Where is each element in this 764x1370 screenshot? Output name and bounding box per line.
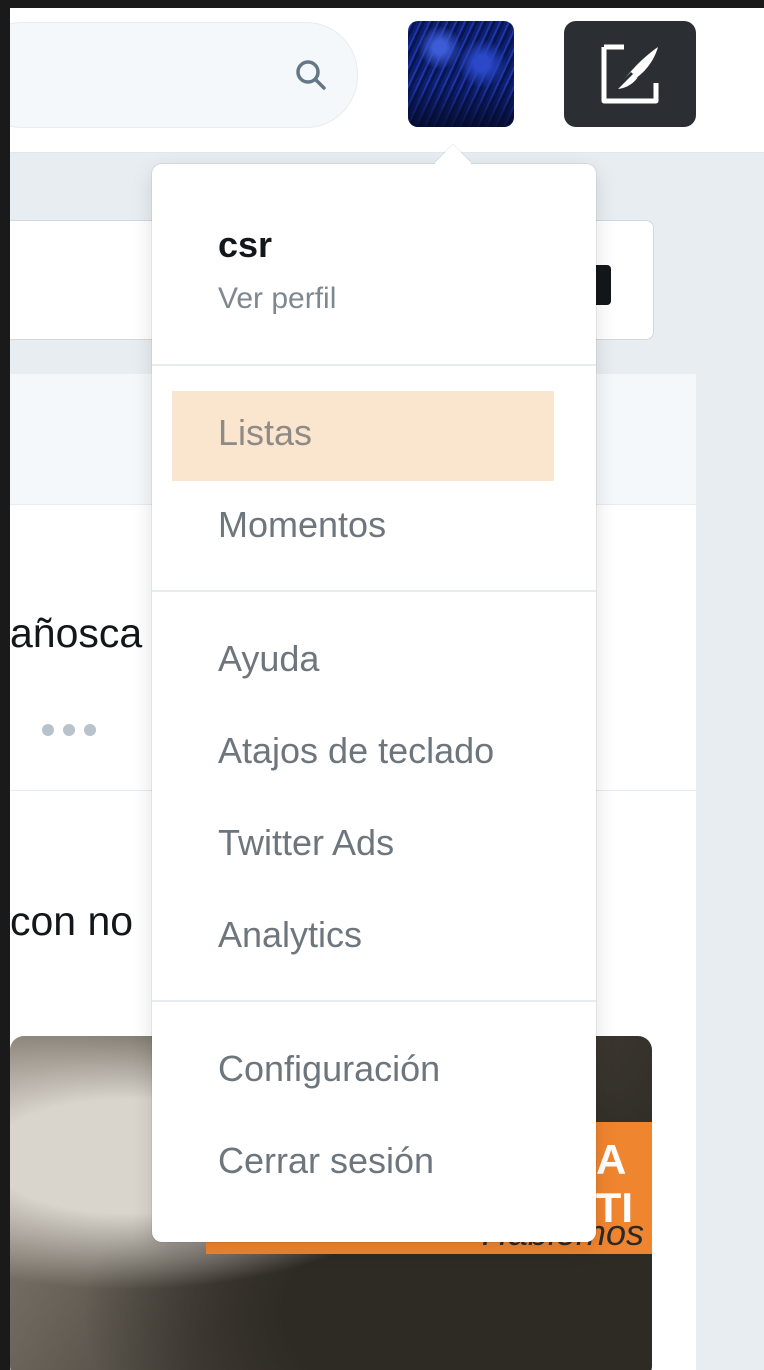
- menu-item-logout[interactable]: Cerrar sesión: [218, 1140, 434, 1182]
- compose-tweet-icon: [601, 44, 659, 104]
- search-icon[interactable]: [291, 55, 331, 95]
- menu-item-listas[interactable]: Listas: [218, 412, 312, 454]
- tweet-text: añosca: [10, 610, 143, 656]
- menu-item-momentos[interactable]: Momentos: [218, 504, 386, 546]
- menu-username[interactable]: csr: [218, 224, 272, 266]
- media-text: A: [596, 1136, 627, 1183]
- twitter-page: añosca con no A E TI Hablemos csr Ver pe…: [10, 8, 764, 1370]
- menu-divider: [152, 364, 596, 366]
- menu-item-settings[interactable]: Configuración: [218, 1048, 440, 1090]
- menu-divider: [152, 590, 596, 592]
- menu-divider: [152, 1000, 596, 1002]
- search-input[interactable]: [10, 22, 358, 128]
- menu-item-analytics[interactable]: Analytics: [218, 914, 362, 956]
- more-options-icon[interactable]: [38, 720, 100, 740]
- top-navigation-bar: [10, 8, 764, 153]
- tweet-text: con no: [10, 898, 134, 944]
- menu-item-ayuda[interactable]: Ayuda: [218, 638, 319, 680]
- view-profile-link[interactable]: Ver perfil: [218, 282, 336, 316]
- user-dropdown-menu: csr Ver perfil Listas Momentos Ayuda Ata…: [152, 144, 596, 1242]
- compose-tweet-button[interactable]: [564, 21, 696, 127]
- menu-item-twitter-ads[interactable]: Twitter Ads: [218, 822, 394, 864]
- menu-item-keyboard-shortcuts[interactable]: Atajos de teclado: [218, 730, 494, 772]
- avatar[interactable]: [408, 21, 514, 127]
